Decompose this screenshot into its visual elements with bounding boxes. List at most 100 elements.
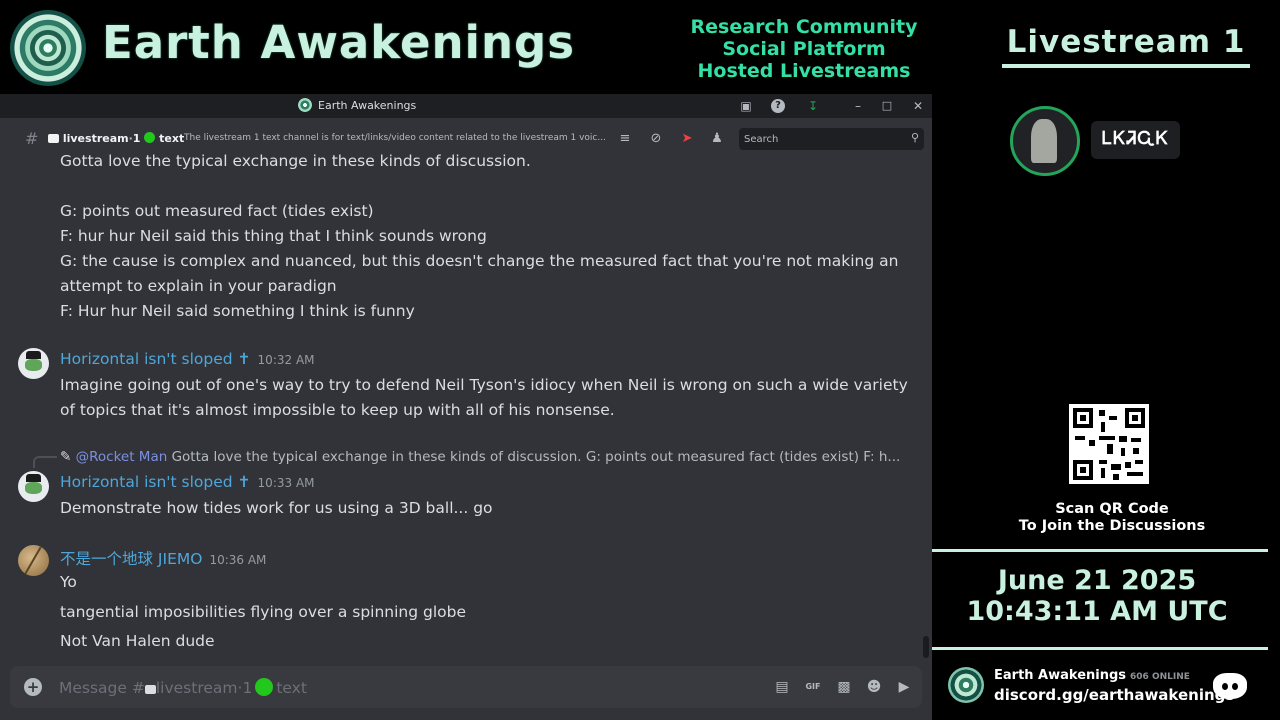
divider: [932, 647, 1268, 650]
title-underline: [1002, 64, 1250, 68]
reply-mention[interactable]: @Rocket Man: [76, 449, 168, 465]
qr-caption-line: To Join the Discussions: [1018, 518, 1206, 534]
tagline: Social Platform: [722, 38, 886, 60]
qr-finder: [1073, 408, 1093, 428]
search-box[interactable]: ⚲: [739, 128, 924, 150]
message-line: Gotta love the typical exchange in these…: [60, 152, 531, 170]
sticker-icon[interactable]: ▩: [834, 677, 854, 697]
message-line: G: points out measured fact (tides exist…: [60, 202, 374, 220]
channel-name-number: 1: [132, 132, 141, 145]
stream-date: June 21 2025: [997, 565, 1197, 596]
channel-topic[interactable]: The livestream 1 text channel is for tex…: [184, 133, 608, 143]
composer-channel: livestream: [155, 679, 238, 697]
reply-text: Gotta love the typical exchange in these…: [171, 449, 901, 465]
green-circle-icon: [255, 678, 274, 696]
composer-prefix: Message #: [59, 679, 145, 697]
avatar[interactable]: [18, 545, 49, 576]
divider: [932, 549, 1268, 552]
emoji-icon[interactable]: ☻: [864, 677, 884, 697]
search-input[interactable]: [744, 131, 894, 147]
timestamp: 10:36 AM: [209, 553, 267, 567]
gift-icon[interactable]: ▤: [772, 677, 792, 697]
avatar[interactable]: [18, 471, 49, 502]
server-info: Earth Awakenings 606 ONLINE: [994, 668, 1190, 683]
scrollbar-thumb[interactable]: [923, 636, 929, 658]
timestamp: 10:32 AM: [257, 353, 315, 367]
message-line: tangential imposibilities flying over a …: [60, 603, 467, 621]
timestamp: 10:33 AM: [257, 476, 315, 490]
invite-link: discord.gg/earthawakenings: [994, 686, 1235, 704]
brand-title: Earth Awakenings: [102, 16, 576, 69]
search-icon: ⚲: [910, 131, 919, 144]
banner: Earth Awakenings Research Community Soci…: [0, 0, 932, 94]
qr-code: [1069, 404, 1149, 484]
threads-icon[interactable]: ≡: [616, 130, 634, 148]
channel-name: livestream·1 text: [48, 132, 184, 145]
close-icon[interactable]: ✕: [910, 98, 926, 114]
pin-icon[interactable]: ➤: [678, 130, 696, 148]
stream-time: 10:43:11 AM UTC: [966, 596, 1228, 627]
hash-icon: #: [25, 129, 39, 148]
message-line: Demonstrate how tides work for us using …: [60, 499, 493, 517]
avatar[interactable]: [18, 348, 49, 379]
speaker-name: ᏞᏦᏘᏩᏦ: [1101, 128, 1170, 149]
gif-icon[interactable]: GIF: [803, 677, 823, 697]
message-line: attempt to explain in your paradign: [60, 277, 337, 295]
speech-bubble-icon: [144, 685, 156, 694]
add-attachment-button[interactable]: +: [24, 678, 42, 696]
discord-logo-icon: [1213, 673, 1247, 699]
reply-arrow-icon: ✎: [60, 449, 72, 465]
stream-sidebar: Livestream 1 ᏞᏦᏘᏩᏦ Scan QR Code To Join …: [932, 0, 1280, 720]
message-line: G: the cause is complex and nuanced, but…: [60, 252, 899, 270]
members-icon[interactable]: ♟: [708, 130, 726, 148]
help-icon[interactable]: ?: [771, 99, 785, 113]
message-line: F: Hur hur Neil said something I think i…: [60, 302, 415, 320]
message-line: F: hur hur Neil said this thing that I t…: [60, 227, 487, 245]
message-header: Horizontal isn't sloped ✝ 10:32 AM: [60, 350, 315, 368]
reply-preview[interactable]: ✎ @Rocket Man Gotta love the typical exc…: [60, 449, 905, 465]
message-line: of topics that it's almost impossible to…: [60, 401, 615, 419]
qr-finder: [1125, 408, 1145, 428]
channel-name-tail: text: [159, 132, 185, 145]
channel-name-text: livestream: [62, 132, 129, 145]
speech-bubble-icon: [48, 134, 59, 143]
discord-window: Earth Awakenings ▣ ? ↧ – □ ✕ # livestrea…: [0, 94, 932, 720]
online-count: 606 ONLINE: [1130, 672, 1190, 682]
composer-channel-number: 1: [242, 679, 253, 697]
tagline: Hosted Livestreams: [697, 60, 911, 82]
window-title-text: Earth Awakenings: [318, 98, 417, 112]
tagline: Research Community: [690, 16, 918, 38]
channel-header: # livestream·1 text The livestream 1 tex…: [0, 124, 932, 154]
author-name[interactable]: Horizontal isn't sloped ✝: [60, 350, 251, 368]
composer-tail: text: [276, 679, 307, 697]
server-icon: [948, 667, 984, 703]
message-line: Imagine going out of one's way to try to…: [60, 376, 908, 394]
message-composer[interactable]: + Message # livestream·1 text ▤ GIF ▩ ☻ ▶: [10, 666, 922, 708]
livestream-title: Livestream 1: [1006, 24, 1246, 60]
screen-share-icon[interactable]: ▣: [738, 98, 754, 114]
author-name[interactable]: 不是一个地球 JIEMO: [60, 550, 202, 568]
author-name[interactable]: Horizontal isn't sloped ✝: [60, 473, 251, 491]
earth-awakenings-logo-icon: [10, 10, 86, 86]
reply-spine: [33, 456, 57, 468]
speaker-avatar: [1010, 106, 1080, 176]
speaker-name-box: ᏞᏦᏘᏩᏦ: [1091, 121, 1180, 159]
green-circle-icon: [144, 132, 156, 143]
qr-caption-line: Scan QR Code: [1055, 501, 1169, 517]
message-input[interactable]: Message # livestream·1 text: [59, 678, 307, 697]
window-title: Earth Awakenings: [298, 98, 416, 112]
message-header: 不是一个地球 JIEMO 10:36 AM: [60, 547, 266, 569]
title-bar: Earth Awakenings ▣ ? ↧ – □ ✕: [0, 94, 932, 118]
apps-icon[interactable]: ▶: [894, 677, 914, 697]
qr-caption: Scan QR Code To Join the Discussions: [972, 501, 1252, 535]
message-line: Not Van Halen dude: [60, 632, 215, 650]
qr-finder: [1073, 460, 1093, 480]
server-icon: [298, 98, 312, 112]
server-name: Earth Awakenings: [994, 668, 1127, 683]
maximize-icon[interactable]: □: [879, 98, 895, 114]
notifications-muted-icon[interactable]: ⊘: [647, 130, 665, 148]
minimize-icon[interactable]: –: [850, 98, 866, 114]
taglines: Research Community Social Platform Hoste…: [676, 16, 932, 82]
message-header: Horizontal isn't sloped ✝ 10:33 AM: [60, 473, 315, 491]
download-icon[interactable]: ↧: [805, 98, 821, 114]
